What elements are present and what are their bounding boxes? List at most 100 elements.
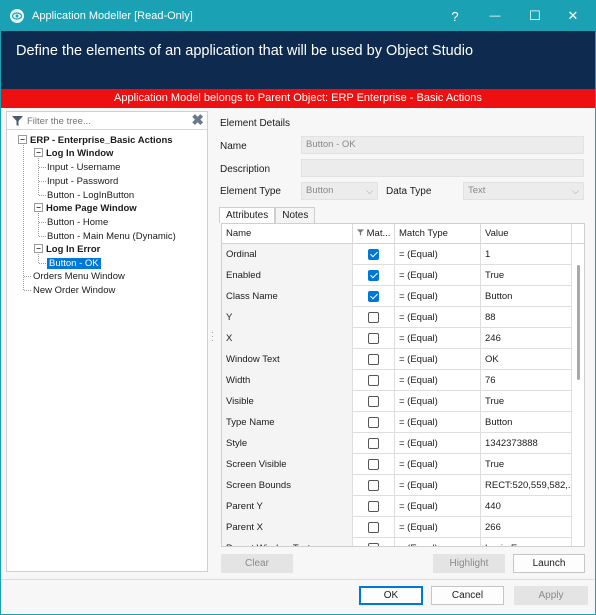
- value-cell[interactable]: 246: [481, 328, 572, 349]
- element-type-select[interactable]: Button ⌵: [301, 182, 378, 200]
- value-cell[interactable]: Login Error: [481, 538, 572, 546]
- column-header-match[interactable]: Mat...: [353, 224, 395, 244]
- match-type-cell[interactable]: = (Equal): [395, 244, 481, 265]
- match-cell[interactable]: [353, 349, 395, 370]
- value-cell[interactable]: 1: [481, 244, 572, 265]
- table-row[interactable]: X = (Equal) 246: [222, 328, 572, 349]
- column-header-name[interactable]: Name: [222, 224, 353, 244]
- tree-node-new-order-window[interactable]: New Order Window: [33, 284, 115, 297]
- match-cell[interactable]: [353, 286, 395, 307]
- table-row[interactable]: Screen Bounds = (Equal) RECT:520,559,582,.…: [222, 475, 572, 496]
- apply-button[interactable]: Apply: [514, 586, 588, 605]
- match-type-cell[interactable]: = (Equal): [395, 349, 481, 370]
- attribute-name-cell[interactable]: Parent Window Text: [222, 538, 353, 546]
- cancel-button[interactable]: Cancel: [431, 586, 504, 605]
- tab-attributes[interactable]: Attributes: [219, 207, 276, 223]
- attribute-name-cell[interactable]: Enabled: [222, 265, 353, 286]
- table-row[interactable]: Style = (Equal) 1342373888: [222, 433, 572, 454]
- match-cell[interactable]: [353, 244, 395, 265]
- match-checkbox[interactable]: [368, 543, 379, 546]
- attribute-name-cell[interactable]: Y: [222, 307, 353, 328]
- value-cell[interactable]: 1342373888: [481, 433, 572, 454]
- match-cell[interactable]: [353, 538, 395, 546]
- match-checkbox[interactable]: [368, 249, 379, 260]
- match-checkbox[interactable]: [368, 270, 379, 281]
- name-field[interactable]: Button - OK: [301, 136, 584, 154]
- attribute-name-cell[interactable]: Screen Visible: [222, 454, 353, 475]
- panel-splitter[interactable]: · · ·: [211, 329, 214, 345]
- collapse-icon[interactable]: −: [34, 244, 43, 253]
- match-checkbox[interactable]: [368, 375, 379, 386]
- match-checkbox[interactable]: [368, 501, 379, 512]
- match-type-cell[interactable]: = (Equal): [395, 391, 481, 412]
- match-type-cell[interactable]: = (Equal): [395, 265, 481, 286]
- tree-node-log-in-error[interactable]: − Log In Error: [34, 243, 100, 256]
- attribute-name-cell[interactable]: Parent Y: [222, 496, 353, 517]
- match-checkbox[interactable]: [368, 396, 379, 407]
- table-row[interactable]: Screen Visible = (Equal) True: [222, 454, 572, 475]
- table-row[interactable]: Parent X = (Equal) 266: [222, 517, 572, 538]
- attribute-name-cell[interactable]: Class Name: [222, 286, 353, 307]
- match-checkbox[interactable]: [368, 417, 379, 428]
- match-type-cell[interactable]: = (Equal): [395, 433, 481, 454]
- tree-node-orders-menu-window[interactable]: Orders Menu Window: [33, 270, 125, 283]
- match-checkbox[interactable]: [368, 291, 379, 302]
- match-type-cell[interactable]: = (Equal): [395, 454, 481, 475]
- collapse-icon[interactable]: −: [34, 148, 43, 157]
- maximize-button[interactable]: ☐: [515, 1, 555, 31]
- match-type-cell[interactable]: = (Equal): [395, 370, 481, 391]
- match-type-cell[interactable]: = (Equal): [395, 286, 481, 307]
- match-cell[interactable]: [353, 307, 395, 328]
- table-row[interactable]: Parent Window Text = (Equal)Login Error: [222, 538, 572, 546]
- value-cell[interactable]: True: [481, 454, 572, 475]
- column-header-value[interactable]: Value: [481, 224, 572, 244]
- table-row[interactable]: Enabled = (Equal) True: [222, 265, 572, 286]
- value-cell[interactable]: 88: [481, 307, 572, 328]
- match-checkbox[interactable]: [368, 312, 379, 323]
- value-cell[interactable]: RECT:520,559,582,...: [481, 475, 572, 496]
- table-row[interactable]: Width = (Equal) 76: [222, 370, 572, 391]
- attribute-name-cell[interactable]: Ordinal: [222, 244, 353, 265]
- attribute-name-cell[interactable]: X: [222, 328, 353, 349]
- tree-node-input-username[interactable]: Input - Username: [47, 161, 120, 174]
- attribute-name-cell[interactable]: Width: [222, 370, 353, 391]
- value-cell[interactable]: Button: [481, 412, 572, 433]
- clear-filter-icon[interactable]: ✖: [191, 113, 204, 128]
- column-header-match-type[interactable]: Match Type: [395, 224, 481, 244]
- match-cell[interactable]: [353, 454, 395, 475]
- match-cell[interactable]: [353, 412, 395, 433]
- match-cell[interactable]: [353, 391, 395, 412]
- value-cell[interactable]: True: [481, 391, 572, 412]
- highlight-button[interactable]: Highlight: [433, 554, 505, 573]
- tree-filter-input[interactable]: [27, 114, 187, 128]
- scroll-thumb[interactable]: [577, 265, 580, 380]
- description-field[interactable]: [301, 159, 584, 177]
- match-checkbox[interactable]: [368, 459, 379, 470]
- help-button[interactable]: ?: [435, 1, 475, 31]
- grid-scrollbar[interactable]: [574, 245, 584, 546]
- attribute-name-cell[interactable]: Visible: [222, 391, 353, 412]
- attribute-name-cell[interactable]: Window Text: [222, 349, 353, 370]
- value-cell[interactable]: True: [481, 265, 572, 286]
- value-cell[interactable]: 440: [481, 496, 572, 517]
- attribute-name-cell[interactable]: Type Name: [222, 412, 353, 433]
- match-cell[interactable]: [353, 328, 395, 349]
- data-type-select[interactable]: Text ⌵: [463, 182, 584, 200]
- match-checkbox[interactable]: [368, 438, 379, 449]
- match-type-cell[interactable]: = (Equal): [395, 517, 481, 538]
- clear-button[interactable]: Clear: [221, 554, 293, 573]
- match-cell[interactable]: [353, 517, 395, 538]
- tree-node-input-password[interactable]: Input - Password: [47, 175, 118, 188]
- match-cell[interactable]: [353, 265, 395, 286]
- match-checkbox[interactable]: [368, 354, 379, 365]
- attribute-name-cell[interactable]: Parent X: [222, 517, 353, 538]
- match-checkbox[interactable]: [368, 480, 379, 491]
- table-row[interactable]: Ordinal = (Equal) 1: [222, 244, 572, 265]
- tree-node-button-main-menu[interactable]: Button - Main Menu (Dynamic): [47, 230, 176, 243]
- tree-root[interactable]: − ERP - Enterprise_Basic Actions: [18, 134, 173, 147]
- collapse-icon[interactable]: −: [34, 203, 43, 212]
- tree-node-home-page-window[interactable]: − Home Page Window: [34, 202, 137, 215]
- match-checkbox[interactable]: [368, 333, 379, 344]
- match-type-cell[interactable]: = (Equal): [395, 538, 481, 546]
- collapse-icon[interactable]: −: [18, 135, 27, 144]
